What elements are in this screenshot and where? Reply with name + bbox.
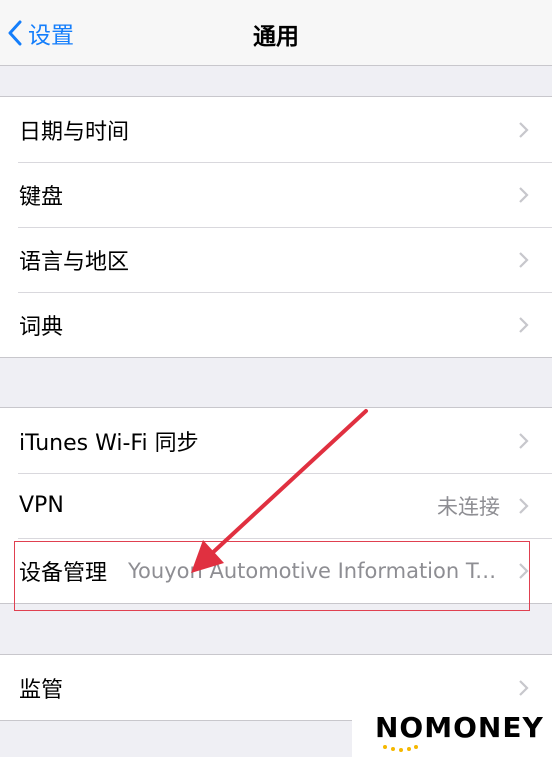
list-item-language-region[interactable]: 语言与地区 xyxy=(0,227,552,292)
watermark-logo: NOMONEY xyxy=(375,711,544,744)
chevron-right-icon xyxy=(519,187,529,203)
list-item-date-time[interactable]: 日期与时间 xyxy=(0,97,552,162)
list-item-label: 词典 xyxy=(19,314,64,340)
settings-group-2: iTunes Wi-Fi 同步 VPN 未连接 设备管理 Youyon Auto… xyxy=(0,407,552,604)
device-profile-name: Youyon Automotive Information Technology… xyxy=(128,558,500,583)
list-item-label: 键盘 xyxy=(19,184,64,210)
chevron-right-icon xyxy=(519,317,529,333)
list-item-dictionary[interactable]: 词典 xyxy=(0,292,552,357)
chevron-right-icon xyxy=(519,498,529,514)
navigation-bar: 设置 通用 xyxy=(0,0,552,66)
page-title: 通用 xyxy=(253,24,299,50)
list-item-itunes-wifi-sync[interactable]: iTunes Wi-Fi 同步 xyxy=(0,408,552,473)
chevron-right-icon xyxy=(519,252,529,268)
logo-dots-icon xyxy=(383,745,418,752)
vpn-status: 未连接 xyxy=(437,494,500,519)
chevron-right-icon xyxy=(519,433,529,449)
list-item-label: iTunes Wi-Fi 同步 xyxy=(19,430,199,456)
list-item-keyboard[interactable]: 键盘 xyxy=(0,162,552,227)
list-item-label: 语言与地区 xyxy=(19,249,130,275)
list-item-label: 日期与时间 xyxy=(19,119,130,145)
list-item-device-management[interactable]: 设备管理 Youyon Automotive Information Techn… xyxy=(0,538,552,603)
settings-group-1: 日期与时间 键盘 语言与地区 词典 xyxy=(0,96,552,358)
chevron-right-icon xyxy=(519,122,529,138)
chevron-right-icon xyxy=(519,680,529,696)
list-item-vpn[interactable]: VPN 未连接 xyxy=(0,473,552,538)
chevron-right-icon xyxy=(519,563,529,579)
list-item-label: 监管 xyxy=(19,677,64,703)
list-item-label: 设备管理 xyxy=(19,560,108,586)
list-item-label: VPN xyxy=(19,493,64,518)
